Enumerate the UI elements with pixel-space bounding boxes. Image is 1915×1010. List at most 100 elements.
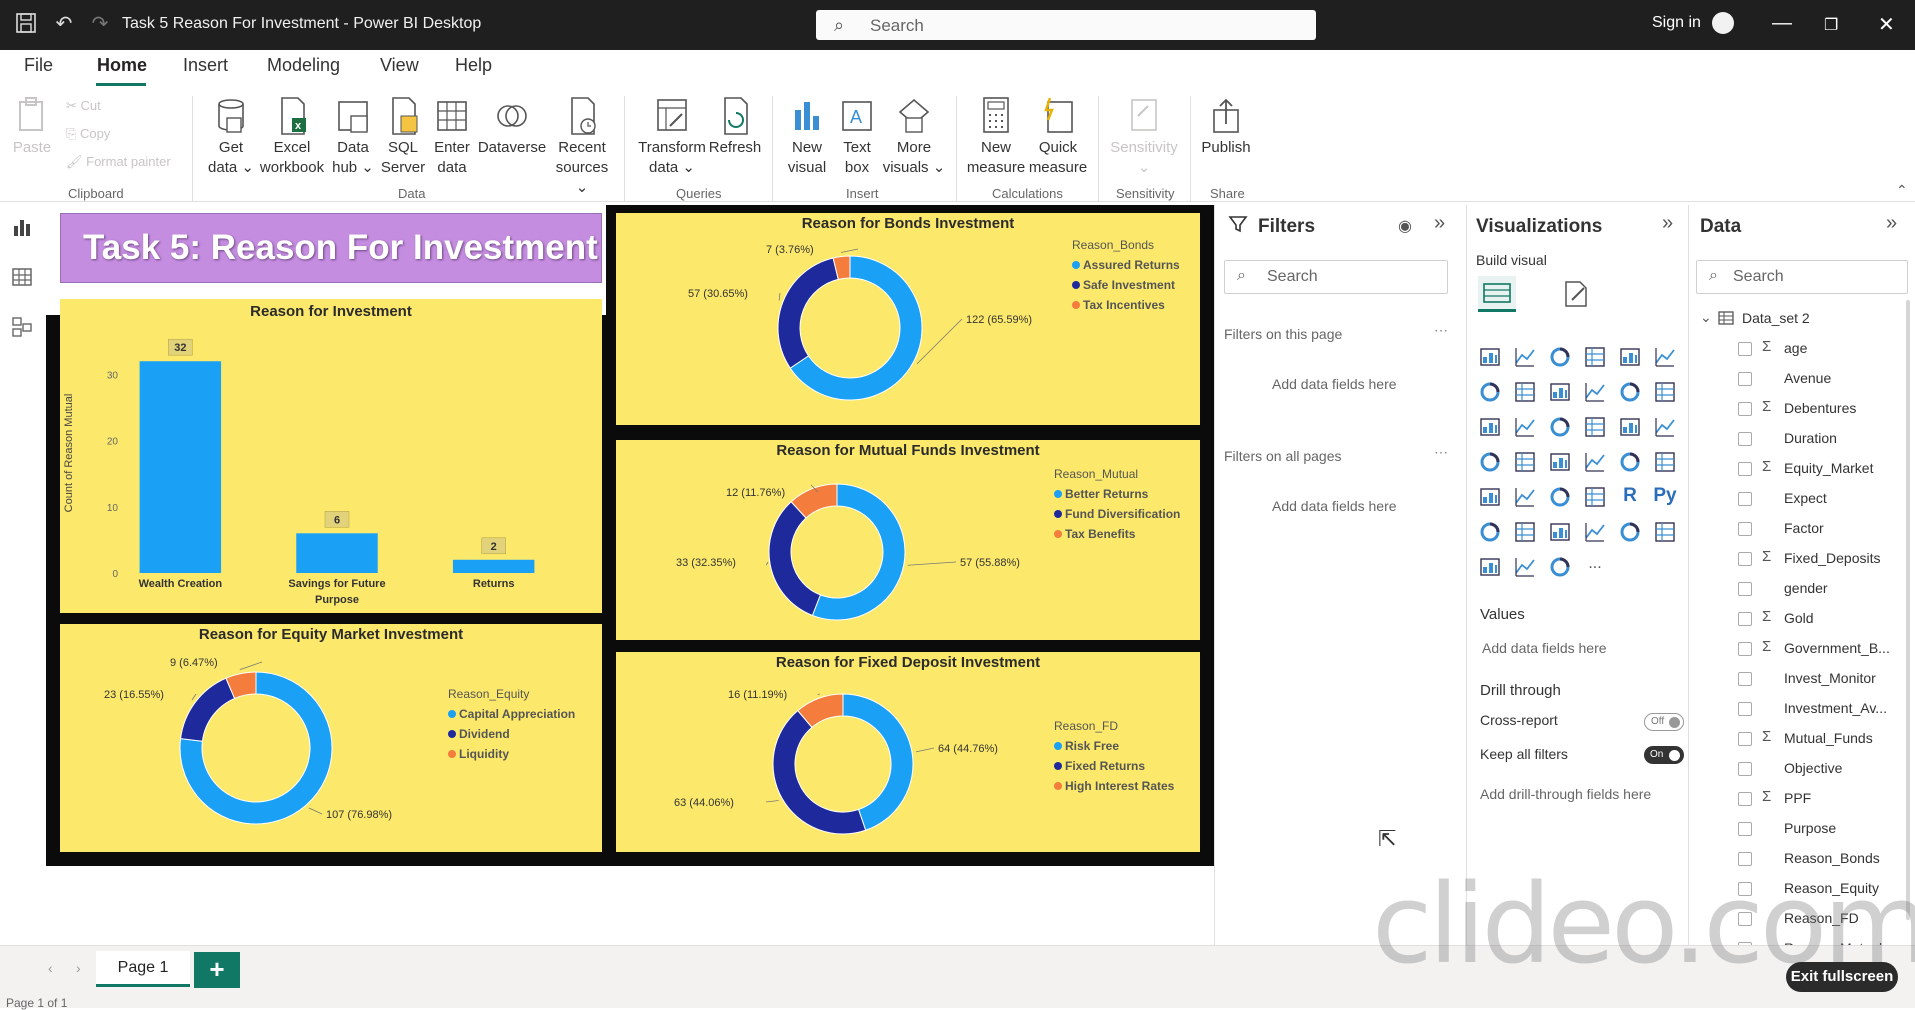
tab-view[interactable]: View	[380, 55, 419, 76]
prev-page-icon[interactable]: ‹	[48, 960, 53, 976]
report-view-icon[interactable]	[10, 216, 34, 240]
build-visual-tab[interactable]	[1478, 276, 1516, 312]
add-page-button[interactable]: +	[194, 952, 240, 988]
get-data-button[interactable]: Get data ⌄	[206, 96, 256, 178]
legend-item[interactable]: Fund Diversification	[1065, 507, 1180, 521]
filters-search-input[interactable]: ⌕ Search	[1224, 260, 1448, 294]
quick-measure-button[interactable]: Quick measure	[1028, 96, 1088, 178]
more-options-icon[interactable]: ⋯	[1434, 322, 1448, 339]
refresh-button[interactable]: Refresh	[708, 96, 762, 158]
sensitivity-button[interactable]: Sensitivity ⌄	[1106, 96, 1182, 178]
new-measure-button[interactable]: New measure	[964, 96, 1028, 178]
more-options-icon[interactable]: ⋯	[1434, 444, 1448, 461]
qa-icon[interactable]	[1548, 520, 1572, 544]
narrative-icon[interactable]	[1583, 520, 1607, 544]
data-table-name[interactable]: Data_set 2	[1742, 310, 1810, 326]
avatar[interactable]	[1712, 12, 1734, 34]
field-checkbox[interactable]	[1738, 642, 1752, 656]
area-chart-icon[interactable]	[1513, 380, 1537, 404]
redo-icon[interactable]: ↷	[88, 12, 112, 36]
collapse-filters-icon[interactable]: »	[1434, 212, 1445, 235]
100-column-icon[interactable]	[1653, 345, 1677, 369]
100-bar-icon[interactable]	[1618, 345, 1642, 369]
donut-slice[interactable]	[772, 709, 867, 835]
table-icon[interactable]	[1548, 485, 1572, 509]
search-input[interactable]: ⌕ Search	[816, 10, 1316, 40]
key-influencers-icon[interactable]	[1478, 520, 1502, 544]
legend-item[interactable]: Better Returns	[1065, 487, 1149, 501]
r-visual-icon[interactable]: R	[1618, 485, 1642, 509]
sql-server-button[interactable]: SQL Server	[378, 96, 428, 178]
excel-workbook-button[interactable]: x Excel workbook	[256, 96, 328, 178]
copy-button[interactable]: ⎘ Copy	[66, 126, 110, 142]
model-view-icon[interactable]	[10, 316, 34, 340]
more-visuals-icon[interactable]: ...	[1583, 555, 1607, 579]
chevron-down-icon[interactable]: ⌄	[1700, 309, 1712, 326]
cross-report-toggle[interactable]: Off	[1644, 713, 1684, 731]
line-chart-icon[interactable]	[1478, 380, 1502, 404]
field-checkbox[interactable]	[1738, 522, 1752, 536]
kpi-icon[interactable]	[1478, 485, 1502, 509]
field-checkbox[interactable]	[1738, 612, 1752, 626]
table-view-icon[interactable]	[10, 266, 34, 290]
tab-file[interactable]: File	[24, 55, 53, 76]
collapse-ribbon-icon[interactable]: ⌃	[1896, 182, 1908, 199]
transform-data-button[interactable]: Transform data ⌄	[636, 96, 708, 178]
donut-slice[interactable]	[842, 693, 914, 831]
keep-all-filters-toggle[interactable]: On	[1644, 746, 1684, 764]
minimize-icon[interactable]: —	[1772, 12, 1792, 35]
save-icon[interactable]	[14, 12, 38, 36]
legend-item[interactable]: Fixed Returns	[1065, 759, 1145, 773]
power-automate-icon[interactable]	[1548, 555, 1572, 579]
line-column-icon[interactable]	[1583, 380, 1607, 404]
undo-icon[interactable]: ↶	[52, 12, 76, 36]
legend-item[interactable]: Risk Free	[1065, 739, 1119, 753]
ribbon-chart-icon[interactable]	[1653, 380, 1677, 404]
enter-data-button[interactable]: Enter data	[428, 96, 476, 178]
stacked-column-icon[interactable]	[1513, 345, 1537, 369]
field-checkbox[interactable]	[1738, 342, 1752, 356]
field-checkbox[interactable]	[1738, 372, 1752, 386]
legend-item[interactable]: Safe Investment	[1083, 278, 1175, 292]
field-checkbox[interactable]	[1738, 462, 1752, 476]
waterfall-icon[interactable]	[1478, 415, 1502, 439]
map-icon[interactable]	[1478, 450, 1502, 474]
funnel-icon[interactable]	[1513, 415, 1537, 439]
multi-row-card-icon[interactable]	[1653, 450, 1677, 474]
recent-sources-button[interactable]: Recent sources ⌄	[550, 96, 614, 198]
stacked-bar-icon[interactable]	[1478, 345, 1502, 369]
donut-slice[interactable]	[777, 257, 839, 369]
collapse-visualizations-icon[interactable]: »	[1662, 212, 1673, 235]
line-clustered-icon[interactable]	[1618, 380, 1642, 404]
drill-through-drop-zone[interactable]: Add drill-through fields here	[1480, 786, 1651, 802]
donut-slice[interactable]	[180, 677, 236, 742]
tab-home[interactable]: Home	[97, 55, 147, 76]
field-checkbox[interactable]	[1738, 702, 1752, 716]
donut-slice[interactable]	[768, 501, 822, 617]
format-painter-button[interactable]: 🖌 Format painter	[66, 154, 171, 170]
data-search-input[interactable]: ⌕ Search	[1696, 260, 1908, 294]
power-apps-icon[interactable]	[1513, 555, 1537, 579]
bar[interactable]	[139, 361, 222, 573]
data-hub-button[interactable]: Data hub ⌄	[328, 96, 378, 178]
bonds-donut-visual[interactable]: Reason for Bonds Investment 122 (65.59%)…	[616, 213, 1200, 425]
legend-item[interactable]: High Interest Rates	[1065, 779, 1175, 793]
card-icon[interactable]	[1618, 450, 1642, 474]
scatter-icon[interactable]	[1548, 415, 1572, 439]
matrix-icon[interactable]	[1583, 485, 1607, 509]
azure-map-icon[interactable]	[1478, 555, 1502, 579]
dataverse-button[interactable]: Dataverse	[476, 96, 548, 158]
gauge-icon[interactable]	[1583, 450, 1607, 474]
fixed-deposit-donut-visual[interactable]: Reason for Fixed Deposit Investment 64 (…	[616, 652, 1200, 852]
format-visual-tab[interactable]	[1560, 278, 1592, 315]
clustered-bar-icon[interactable]	[1548, 345, 1572, 369]
legend-item[interactable]: Assured Returns	[1083, 258, 1180, 272]
restore-icon[interactable]: ❐	[1824, 15, 1838, 35]
python-visual-icon[interactable]: Py	[1653, 485, 1677, 509]
bar[interactable]	[452, 559, 535, 573]
shape-map-icon[interactable]	[1548, 450, 1572, 474]
treemap-icon[interactable]	[1653, 415, 1677, 439]
page-tab[interactable]: Page 1	[96, 951, 190, 987]
legend-item[interactable]: Capital Appreciation	[459, 707, 575, 721]
goals-icon[interactable]	[1618, 520, 1642, 544]
